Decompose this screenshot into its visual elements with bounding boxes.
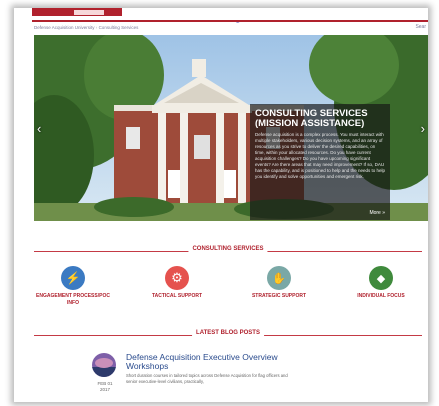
site-header xyxy=(14,8,428,22)
search-link[interactable]: Sear xyxy=(415,24,426,30)
breadcrumb: Defense Acquisition University › Consult… xyxy=(34,25,138,30)
carousel-prev-button[interactable]: ‹ xyxy=(37,121,41,136)
blog-post-date-year: 2017 xyxy=(99,387,110,392)
blog-post-excerpt: Short duration courses in tailored topic… xyxy=(126,373,288,384)
blog-post-date: FEB 01 2017 xyxy=(93,381,117,393)
service-label: ENGAGEMENT PROCESS/POC INFO xyxy=(36,293,110,306)
chevron-left-icon: ‹ xyxy=(37,121,42,136)
chevron-right-icon: › xyxy=(420,121,425,136)
tag-icon: ◆ xyxy=(369,266,393,290)
blog-thumbnail-image xyxy=(92,353,116,377)
hero-caption-title: CONSULTING SERVICES (MISSION ASSISTANCE) xyxy=(255,108,368,129)
service-strategic-support[interactable]: ✋ STRATEGIC SUPPORT xyxy=(240,266,318,300)
lightning-icon: ⚡ xyxy=(61,266,85,290)
service-label: TACTICAL SUPPORT xyxy=(151,293,203,299)
breadcrumb-home-link[interactable]: Defense Acquisition University xyxy=(34,25,95,30)
blog-post-thumbnail[interactable] xyxy=(92,353,116,377)
blog-heading-label: LATEST BLOG POSTS xyxy=(192,330,264,336)
page-frame: y Defense Acquisition University › Consu… xyxy=(14,8,428,402)
breadcrumb-separator: › xyxy=(95,25,98,30)
hero-carousel: ‹ › CONSULTING SERVICES (MISSION ASSISTA… xyxy=(34,35,428,221)
blog-post-title-link[interactable]: Defense Acquisition Executive Overview W… xyxy=(126,353,296,371)
hero-caption: CONSULTING SERVICES (MISSION ASSISTANCE)… xyxy=(250,104,390,220)
hero-more-link[interactable]: More » xyxy=(369,210,385,216)
service-tactical-support[interactable]: ⚙ TACTICAL SUPPORT xyxy=(138,266,216,300)
hero-caption-body: Defense acquisition is a complex process… xyxy=(255,132,386,179)
breadcrumb-current: Consulting Services xyxy=(98,25,139,30)
service-engagement-process[interactable]: ⚡ ENGAGEMENT PROCESS/POC INFO xyxy=(34,266,112,307)
services-section-heading: CONSULTING SERVICES xyxy=(34,246,422,256)
header-logo[interactable] xyxy=(74,10,104,15)
service-label: STRATEGIC SUPPORT xyxy=(251,293,307,299)
header-rule xyxy=(32,20,428,22)
services-heading-label: CONSULTING SERVICES xyxy=(188,246,268,252)
carousel-next-button[interactable]: › xyxy=(421,121,425,136)
gears-icon: ⚙ xyxy=(165,266,189,290)
service-label: INDIVIDUAL FOCUS xyxy=(357,293,405,299)
blog-section-heading: LATEST BLOG POSTS xyxy=(34,330,422,340)
service-individual-focus[interactable]: ◆ INDIVIDUAL FOCUS xyxy=(342,266,420,300)
handshake-icon: ✋ xyxy=(267,266,291,290)
